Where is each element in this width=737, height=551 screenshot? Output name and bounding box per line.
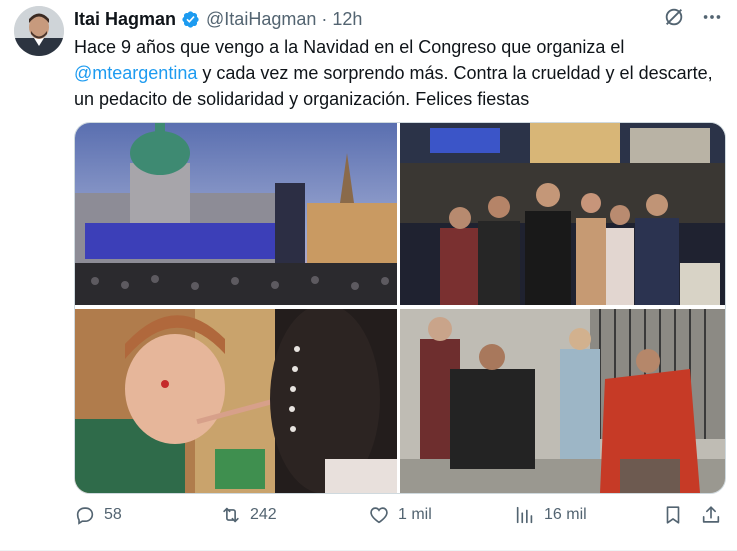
like-count: 1 mil	[398, 506, 432, 523]
separator-dot: ·	[321, 8, 328, 29]
reply-icon	[76, 507, 94, 525]
bookmark-icon	[666, 506, 680, 524]
author-name[interactable]: Itai Hagman	[74, 9, 176, 30]
tweet-text-start: Hace 9 años que vengo a la Navidad en el…	[74, 37, 625, 57]
retweet-icon	[223, 507, 239, 523]
views-count: 16 mil	[544, 506, 587, 523]
author-handle[interactable]: @ItaiHagman	[206, 9, 316, 30]
action-bar: 58 242 1 mil 16 mil	[74, 504, 724, 534]
more-icon[interactable]	[701, 6, 723, 28]
views-icon	[516, 506, 533, 524]
mention-link[interactable]: @mteargentina	[74, 63, 197, 83]
share-icon	[702, 506, 720, 523]
like-icon	[370, 507, 388, 524]
photo-group[interactable]	[400, 123, 725, 305]
grok-icon[interactable]	[663, 6, 685, 28]
like-button[interactable]: 1 mil	[368, 504, 432, 526]
tweet-time[interactable]: 12h	[332, 9, 362, 30]
tweet-header: Itai Hagman @ItaiHagman · 12h	[74, 8, 717, 30]
retweet-button[interactable]: 242	[220, 504, 277, 526]
reply-count: 58	[104, 506, 122, 523]
retweet-count: 242	[250, 506, 277, 523]
tweet-top-actions	[663, 6, 723, 28]
reply-button[interactable]: 58	[74, 504, 122, 526]
verified-badge-icon	[182, 10, 199, 28]
photo-haircuts[interactable]	[400, 309, 725, 493]
photo-face-painting[interactable]	[75, 309, 397, 493]
tweet-text: Hace 9 años que vengo a la Navidad en el…	[74, 34, 714, 112]
photo-congress-building[interactable]	[75, 123, 397, 305]
tweet: Itai Hagman @ItaiHagman · 12h Hace 9 año…	[0, 0, 737, 551]
views-button[interactable]: 16 mil	[514, 504, 587, 526]
avatar[interactable]	[14, 6, 64, 56]
share-button[interactable]	[700, 504, 722, 526]
bookmark-button[interactable]	[662, 504, 684, 526]
media-grid	[74, 122, 726, 494]
